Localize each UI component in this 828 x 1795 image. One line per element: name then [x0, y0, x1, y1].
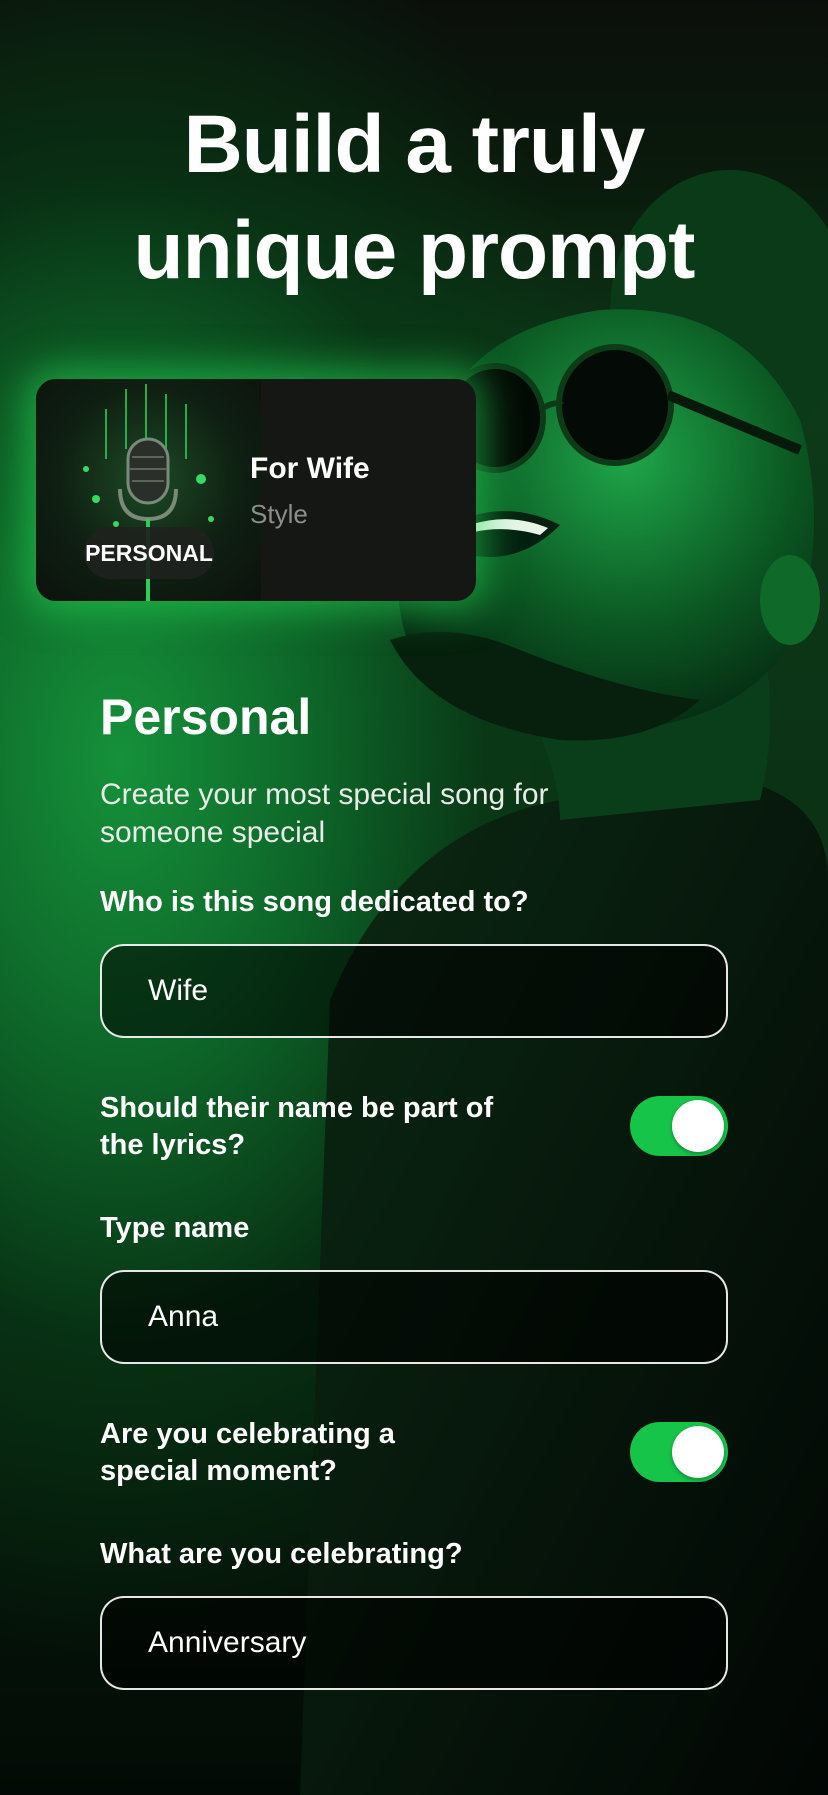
type-name-label: Type name — [100, 1212, 250, 1244]
section-title: Personal — [100, 689, 312, 745]
dedicated-input[interactable] — [100, 944, 728, 1038]
what-celebrating-label: What are you celebrating? — [100, 1538, 463, 1570]
section-description: Create your most special song for someon… — [100, 778, 549, 849]
style-card-title: For Wife — [250, 452, 370, 485]
style-card-artwork: PERSONAL — [36, 379, 261, 601]
type-name-input[interactable] — [100, 1270, 728, 1364]
celebrating-label: Are you celebrating a special moment? — [100, 1418, 395, 1487]
personal-badge: PERSONAL — [84, 527, 214, 579]
name-in-lyrics-label: Should their name be part of the lyrics? — [100, 1092, 494, 1161]
celebrating-toggle[interactable] — [630, 1422, 728, 1482]
headline-line-1: Build a truly — [183, 99, 646, 190]
headline: Build a truly unique prompt — [0, 92, 828, 304]
toggle-knob — [672, 1426, 724, 1478]
style-card[interactable]: PERSONAL — [36, 379, 476, 601]
toggle-knob — [672, 1100, 724, 1152]
dedicated-label: Who is this song dedicated to? — [100, 886, 529, 918]
style-card-subtitle: Style — [250, 499, 308, 529]
name-in-lyrics-toggle[interactable] — [630, 1096, 728, 1156]
headline-line-2: unique prompt — [133, 205, 696, 296]
what-celebrating-input[interactable] — [100, 1596, 728, 1690]
